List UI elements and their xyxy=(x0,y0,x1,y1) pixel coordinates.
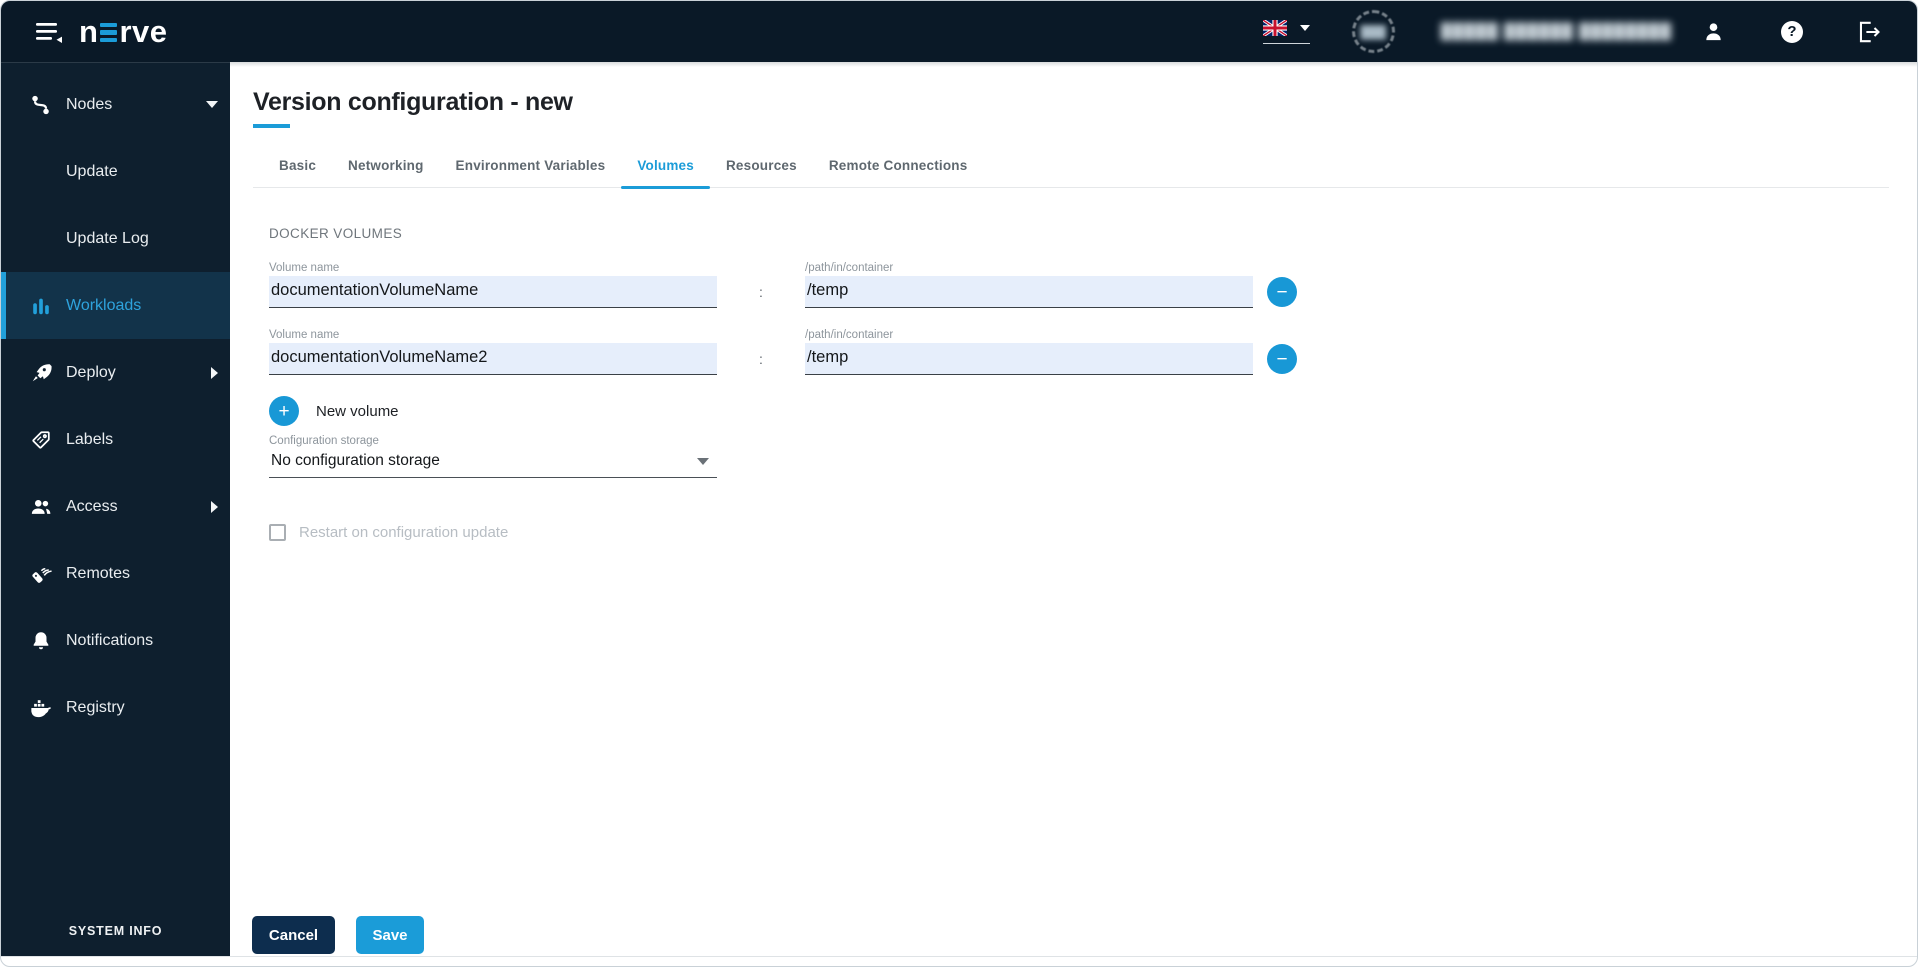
sidebar-item-label: Workloads xyxy=(66,296,142,314)
colon-separator: : xyxy=(759,284,763,300)
form-actions: Cancel Save xyxy=(252,916,424,954)
app-body: Nodes Update Update Log Workloads Deploy… xyxy=(1,62,1917,957)
chevron-down-icon xyxy=(1299,24,1310,31)
section-title: DOCKER VOLUMES xyxy=(269,226,403,241)
bell-icon xyxy=(29,630,53,652)
tab-resources[interactable]: Resources xyxy=(710,158,813,187)
sidebar-item-label: Deploy xyxy=(66,363,116,381)
save-button[interactable]: Save xyxy=(356,916,424,954)
container-path-input[interactable] xyxy=(805,343,1253,375)
plus-icon: + xyxy=(269,396,299,426)
sidebar-item-notifications[interactable]: Notifications xyxy=(1,607,230,674)
container-path-label: /path/in/container xyxy=(805,262,894,274)
sidebar-item-labels[interactable]: Labels xyxy=(1,406,230,473)
sidebar-collapse-icon[interactable] xyxy=(35,20,63,44)
new-volume-button[interactable]: + New volume xyxy=(269,396,399,426)
sidebar-item-label: Update xyxy=(66,162,118,180)
users-icon xyxy=(29,496,53,518)
sidebar-item-workloads[interactable]: Workloads xyxy=(1,272,230,339)
sidebar-item-label: Nodes xyxy=(66,95,113,113)
sidebar-item-update[interactable]: Update xyxy=(1,138,230,205)
user-profile-icon[interactable] xyxy=(1702,20,1725,43)
nerve-logo: n rve xyxy=(79,14,167,50)
docker-volumes-section: DOCKER VOLUMES Volume name : /path/in/co… xyxy=(269,226,1889,541)
configuration-storage-label: Configuration storage xyxy=(269,435,379,447)
tab-basic[interactable]: Basic xyxy=(263,158,332,187)
container-path-label: /path/in/container xyxy=(805,329,894,341)
remove-volume-button[interactable]: − xyxy=(1267,277,1297,307)
logo-e-bars-icon xyxy=(100,22,118,43)
user-avatar[interactable]: ███ xyxy=(1351,10,1395,53)
system-info-button[interactable]: SYSTEM INFO xyxy=(1,924,230,938)
volume-name-input[interactable] xyxy=(269,343,717,375)
sidebar-item-label: Registry xyxy=(66,698,125,716)
sidebar-item-label: Access xyxy=(66,497,118,515)
app-window: n rve ███ █████ ██████ ████████ ? Nodes … xyxy=(0,0,1918,967)
container-path-input[interactable] xyxy=(805,276,1253,308)
chevron-down-icon xyxy=(206,101,218,108)
page-title: Version configuration - new xyxy=(253,88,573,116)
restart-checkbox[interactable] xyxy=(269,524,286,541)
sidebar-item-registry[interactable]: Registry xyxy=(1,674,230,741)
deploy-rocket-icon xyxy=(29,362,53,384)
sidebar-item-nodes[interactable]: Nodes xyxy=(1,71,230,138)
restart-checkbox-label: Restart on configuration update xyxy=(299,524,509,541)
configuration-storage-field: Configuration storage No configuration s… xyxy=(269,435,1889,478)
tab-environment-variables[interactable]: Environment Variables xyxy=(440,158,622,187)
remote-control-icon xyxy=(29,563,53,585)
title-accent-bar xyxy=(253,124,290,128)
sidebar-item-label: Labels xyxy=(66,430,114,448)
volume-name-label: Volume name xyxy=(269,329,340,341)
new-volume-label: New volume xyxy=(316,402,399,420)
logout-icon[interactable] xyxy=(1855,19,1881,45)
chevron-right-icon xyxy=(211,366,218,379)
colon-separator: : xyxy=(759,351,763,367)
volume-row: Volume name : /path/in/container − xyxy=(269,329,1889,375)
logo-text-rve: rve xyxy=(119,13,168,49)
sidebar-item-remotes[interactable]: Remotes xyxy=(1,540,230,607)
configuration-storage-value: No configuration storage xyxy=(271,452,440,469)
language-selector[interactable] xyxy=(1262,19,1310,44)
sidebar-item-access[interactable]: Access xyxy=(1,473,230,540)
sidebar-item-update-log[interactable]: Update Log xyxy=(1,205,230,272)
avatar-initials: ███ xyxy=(1360,24,1386,39)
volume-row: Volume name : /path/in/container − xyxy=(269,262,1889,308)
tab-bar: Basic Networking Environment Variables V… xyxy=(253,158,1889,189)
chevron-right-icon xyxy=(211,500,218,513)
nodes-icon xyxy=(29,94,53,116)
cancel-button[interactable]: Cancel xyxy=(252,916,335,954)
logo-text-n: n xyxy=(79,13,99,49)
configuration-storage-select[interactable]: No configuration storage xyxy=(269,449,717,478)
sidebar-item-label: Update Log xyxy=(66,229,149,247)
main-content: Version configuration - new Basic Networ… xyxy=(230,62,1917,956)
help-icon[interactable]: ? xyxy=(1781,20,1803,43)
tab-networking[interactable]: Networking xyxy=(332,158,440,187)
workloads-icon xyxy=(29,295,53,317)
restart-checkbox-row: Restart on configuration update xyxy=(269,524,1889,541)
tag-icon xyxy=(29,429,53,451)
docker-whale-icon xyxy=(29,697,53,719)
tab-volumes[interactable]: Volumes xyxy=(621,158,710,189)
top-bar: n rve ███ █████ ██████ ████████ ? xyxy=(1,1,1917,62)
sidebar-item-deploy[interactable]: Deploy xyxy=(1,339,230,406)
chevron-down-icon xyxy=(697,457,709,465)
sidebar-item-label: Notifications xyxy=(66,631,154,649)
uk-flag-icon xyxy=(1262,19,1287,36)
remove-volume-button[interactable]: − xyxy=(1267,344,1297,374)
volume-name-label: Volume name xyxy=(269,262,340,274)
sidebar: Nodes Update Update Log Workloads Deploy… xyxy=(1,62,230,956)
tab-remote-connections[interactable]: Remote Connections xyxy=(813,158,984,187)
volume-name-input[interactable] xyxy=(269,276,717,308)
user-name: █████ ██████ ████████ xyxy=(1440,23,1672,40)
sidebar-item-label: Remotes xyxy=(66,564,131,582)
